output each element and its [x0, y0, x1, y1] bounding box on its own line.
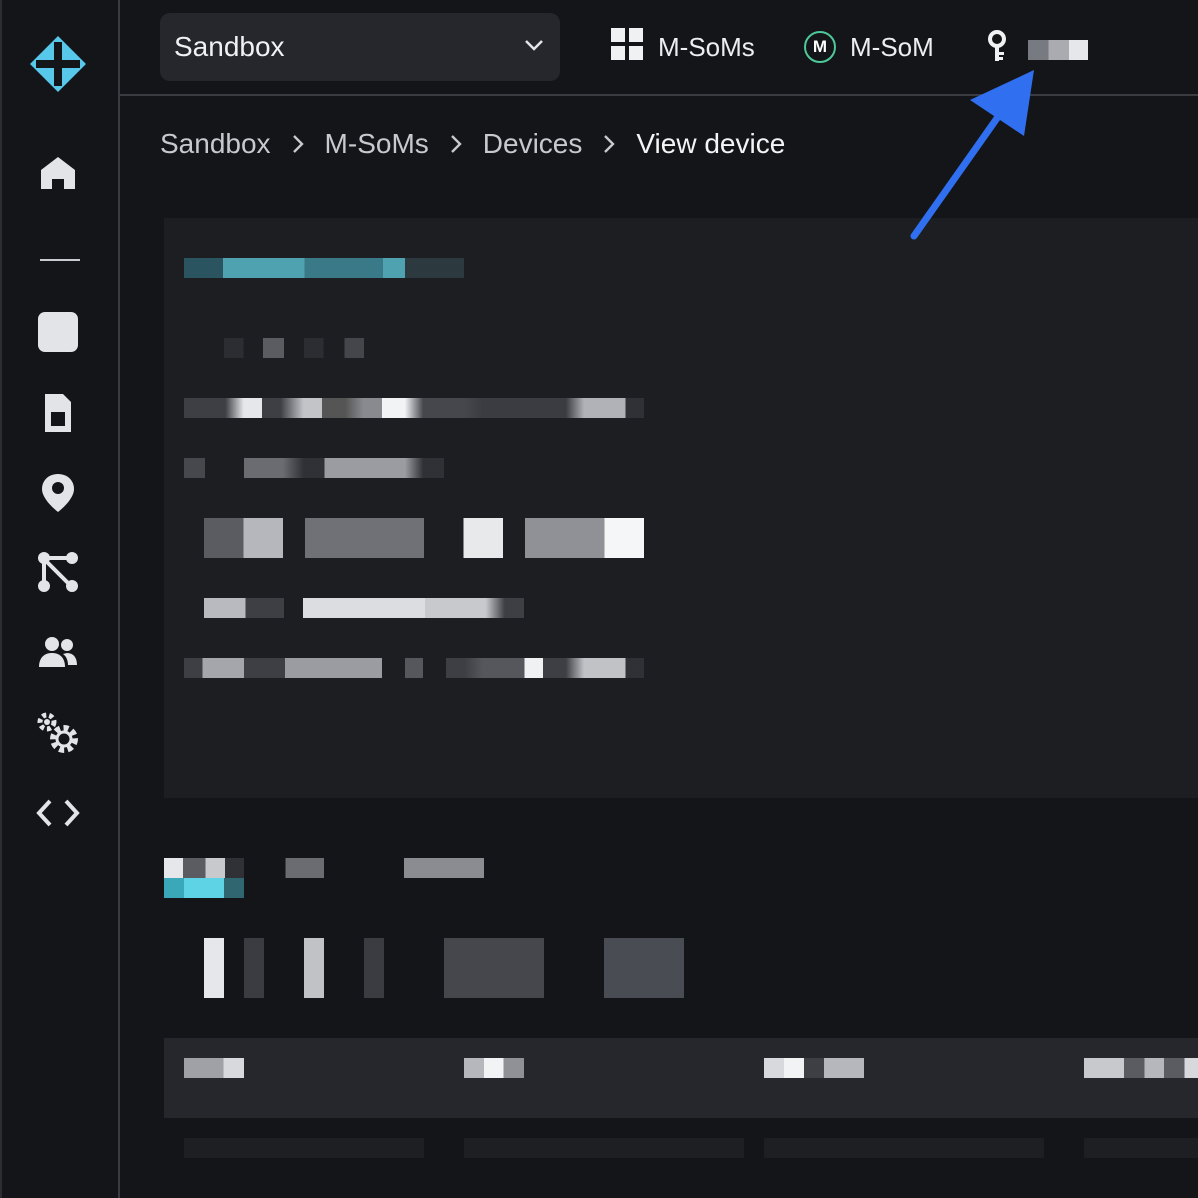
chevron-right-icon — [602, 133, 616, 155]
chevron-right-icon — [449, 133, 463, 155]
access-key-button[interactable] — [986, 30, 1088, 69]
table-row-placeholder — [764, 1138, 1044, 1158]
key-icon — [986, 30, 1008, 69]
chevron-right-icon — [291, 133, 305, 155]
home-icon[interactable] — [28, 143, 88, 203]
redacted-column-header — [464, 1058, 524, 1078]
breadcrumb-devices[interactable]: Devices — [483, 128, 583, 160]
redacted-text — [184, 398, 644, 418]
location-pin-icon[interactable] — [28, 463, 88, 523]
redacted-tab-indicator — [164, 878, 244, 898]
platform-link-label: M-SoM — [850, 31, 934, 62]
redacted-text — [184, 938, 684, 998]
table-row-placeholder — [1084, 1138, 1198, 1158]
logo-icon[interactable] — [28, 34, 88, 94]
settings-gears-icon[interactable] — [28, 703, 88, 763]
redacted-text — [224, 338, 364, 358]
redacted-column-header — [1084, 1058, 1198, 1078]
redacted-account — [1028, 39, 1088, 60]
breadcrumb: Sandbox M-SoMs Devices View device — [160, 128, 785, 160]
org-select-value: Sandbox — [174, 31, 285, 62]
redacted-heading — [164, 858, 484, 878]
breadcrumb-current: View device — [636, 128, 786, 159]
top-bar: Sandbox M-SoMs M M-SoM — [120, 0, 1198, 96]
redacted-device-name — [184, 258, 464, 278]
product-link[interactable]: M-SoMs — [610, 24, 755, 70]
platform-badge: M — [804, 31, 836, 63]
product-link-label: M-SoMs — [658, 31, 755, 62]
team-icon[interactable] — [28, 623, 88, 683]
redacted-text — [204, 598, 524, 618]
device-details-card — [164, 218, 1198, 798]
grid-icon — [610, 27, 644, 68]
sim-card-icon[interactable] — [28, 383, 88, 443]
breadcrumb-m-soms[interactable]: M-SoMs — [325, 128, 429, 160]
chevron-down-icon — [522, 33, 546, 62]
table-row-placeholder — [184, 1138, 424, 1158]
breadcrumb-sandbox[interactable]: Sandbox — [160, 128, 271, 160]
code-icon[interactable] — [28, 783, 88, 843]
org-select[interactable]: Sandbox — [160, 13, 560, 81]
table-row-placeholder — [464, 1138, 744, 1158]
square-icon[interactable] — [28, 302, 88, 362]
platform-link[interactable]: M M-SoM — [804, 24, 934, 70]
redacted-column-header — [764, 1058, 864, 1078]
redacted-text — [184, 658, 644, 678]
redacted-text — [204, 518, 644, 558]
sidebar — [0, 0, 120, 1198]
redacted-text — [184, 458, 444, 478]
redacted-column-header — [184, 1058, 244, 1078]
integrations-icon[interactable] — [28, 542, 88, 602]
sidebar-divider — [40, 259, 80, 261]
devices-table-header — [164, 1038, 1198, 1118]
